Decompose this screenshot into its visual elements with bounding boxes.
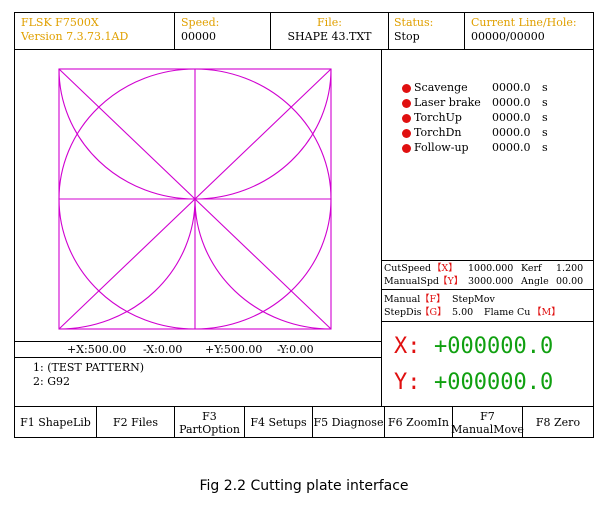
status-label: Status: xyxy=(394,16,434,29)
x-max: +X:500.00 xyxy=(67,343,127,356)
kerf-label: Kerf xyxy=(521,263,542,274)
status-value: 0000.0 xyxy=(492,96,531,109)
speed-value: 00000 xyxy=(181,30,216,43)
status-label: Follow-up xyxy=(414,141,469,154)
x-axis-label: X: xyxy=(394,334,421,359)
status-value: 0000.0 xyxy=(492,141,531,154)
current-line-label: Current Line/Hole: xyxy=(471,16,577,29)
y-axis-label: Y: xyxy=(394,370,421,395)
manual-key[interactable]: 【F】 xyxy=(420,293,446,306)
speed-label: Speed: xyxy=(181,16,220,29)
y-position: +000000.0 xyxy=(434,370,554,395)
flame-label: Flame Cu xyxy=(484,307,531,318)
status-label: TorchDn xyxy=(414,126,462,139)
indicator-icon xyxy=(402,144,411,153)
status-label: Laser brake xyxy=(414,96,481,109)
manualspd-key[interactable]: 【Y】 xyxy=(438,275,463,288)
x-position: +000000.0 xyxy=(434,334,554,359)
status-unit: s xyxy=(542,141,548,154)
file-label: File: xyxy=(317,16,342,29)
flame-key[interactable]: 【M】 xyxy=(532,306,561,319)
position-readout: X: +000000.0 Y: +000000.0 xyxy=(382,322,593,406)
manualspd-label: ManualSpd xyxy=(384,276,440,287)
status-value: 0000.0 xyxy=(492,111,531,124)
mode-params: Manual 【F】 StepMov StepDis 【G】 5.00 Flam… xyxy=(382,290,593,322)
status-row-torchup: TorchUp 0000.0 s xyxy=(402,111,592,125)
f4-setups-button[interactable]: F4 Setups xyxy=(245,407,313,438)
angle-label: Angle xyxy=(521,276,549,287)
manual-label: Manual xyxy=(384,294,421,305)
status-unit: s xyxy=(542,111,548,124)
f1-shapelib-button[interactable]: F1 ShapeLib xyxy=(15,407,97,438)
cutspeed-value: 1000.000 xyxy=(468,263,514,274)
speed-cell: Speed: 00000 xyxy=(175,13,271,49)
app-version: Version 7.3.73.1AD xyxy=(21,30,129,43)
f2-files-button[interactable]: F2 Files xyxy=(97,407,175,438)
status-cell: Status: Stop xyxy=(389,13,465,49)
app-name: FLSK F7500X xyxy=(21,16,99,29)
test-pattern-shape xyxy=(58,68,332,330)
header-bar: FLSK F7500X Version 7.3.73.1AD Speed: 00… xyxy=(15,13,593,50)
f6-zoomin-button[interactable]: F6 ZoomIn xyxy=(385,407,453,438)
status-value: Stop xyxy=(394,30,420,43)
stepdis-value: 5.00 xyxy=(452,307,474,318)
indicator-icon xyxy=(402,114,411,123)
file-cell: File: SHAPE 43.TXT xyxy=(271,13,389,49)
program-listing: 1: (TEST PATTERN) 2: G92 xyxy=(15,358,381,406)
status-label: TorchUp xyxy=(414,111,462,124)
cutspeed-key[interactable]: 【X】 xyxy=(432,262,458,275)
cnc-screen: FLSK F7500X Version 7.3.73.1AD Speed: 00… xyxy=(14,12,594,438)
indicator-icon xyxy=(402,84,411,93)
current-line-value: 00000/00000 xyxy=(471,30,545,43)
stepdis-label: StepDis xyxy=(384,307,422,318)
cutspeed-label: CutSpeed xyxy=(384,263,432,274)
function-key-bar: F1 ShapeLib F2 Files F3 PartOption F4 Se… xyxy=(15,406,593,438)
drawing-view[interactable] xyxy=(15,50,381,342)
y-min: -Y:0.00 xyxy=(277,343,314,356)
app-info: FLSK F7500X Version 7.3.73.1AD xyxy=(15,13,175,49)
figure-caption: Fig 2.2 Cutting plate interface xyxy=(199,478,409,494)
indicator-icon xyxy=(402,129,411,138)
manual-value: StepMov xyxy=(452,294,495,305)
speed-params: CutSpeed 【X】 1000.000 Kerf 1.200 ManualS… xyxy=(382,261,593,290)
file-name: SHAPE 43.TXT xyxy=(287,30,372,43)
f7-manualmove-button[interactable]: F7 ManualMove xyxy=(451,407,524,438)
status-unit: s xyxy=(542,96,548,109)
program-line: 1: (TEST PATTERN) xyxy=(33,361,145,374)
current-line-cell: Current Line/Hole: 00000/00000 xyxy=(465,13,593,49)
indicator-icon xyxy=(402,99,411,108)
status-unit: s xyxy=(542,126,548,139)
f5-diagnose-button[interactable]: F5 Diagnose xyxy=(313,407,385,438)
angle-value: 00.00 xyxy=(556,276,584,287)
status-label: Scavenge xyxy=(414,81,468,94)
f3-partoption-button[interactable]: F3 PartOption xyxy=(175,407,245,438)
coordinate-limits: +X:500.00 -X:0.00 +Y:500.00 -Y:0.00 xyxy=(15,342,381,358)
status-row-torchdn: TorchDn 0000.0 s xyxy=(402,126,592,140)
status-row-follow-up: Follow-up 0000.0 s xyxy=(402,141,592,155)
y-max: +Y:500.00 xyxy=(205,343,263,356)
f8-zero-button[interactable]: F8 Zero xyxy=(523,407,593,438)
stepdis-key[interactable]: 【G】 xyxy=(420,306,447,319)
manualspd-value: 3000.000 xyxy=(468,276,514,287)
status-row-laser-brake: Laser brake 0000.0 s xyxy=(402,96,592,110)
status-value: 0000.0 xyxy=(492,81,531,94)
program-line: 2: G92 xyxy=(33,375,70,388)
status-row-scavenge: Scavenge 0000.0 s xyxy=(402,81,592,95)
kerf-value: 1.200 xyxy=(556,263,584,274)
status-value: 0000.0 xyxy=(492,126,531,139)
x-min: -X:0.00 xyxy=(143,343,183,356)
io-status-panel: Scavenge 0000.0 s Laser brake 0000.0 s T… xyxy=(382,50,593,261)
status-unit: s xyxy=(542,81,548,94)
